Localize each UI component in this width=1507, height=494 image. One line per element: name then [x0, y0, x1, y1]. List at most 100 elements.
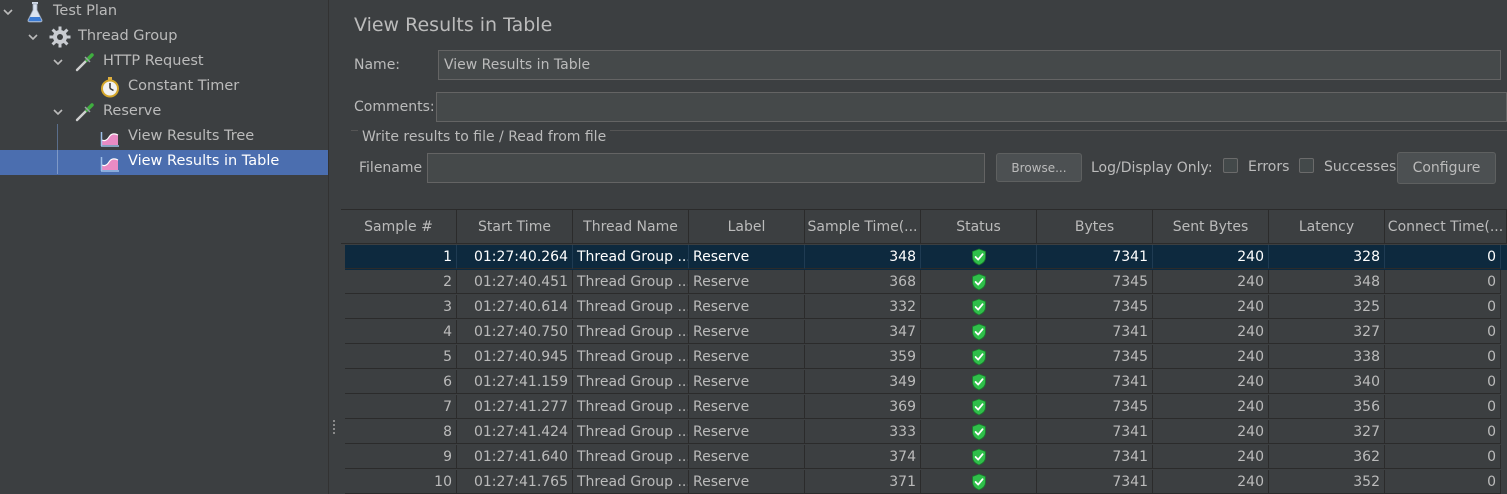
table-row[interactable]: 8 01:27:41.424 Thread Group ... Reserve 333 7…: [345, 420, 1507, 445]
results-table: Sample # Start Time Thread Name Label Sa…: [341, 209, 1507, 494]
column-header-start-time[interactable]: Start Time: [457, 210, 573, 244]
cell-sent-bytes: 240: [1153, 295, 1269, 319]
cell-thread-name: Thread Group ...: [573, 470, 689, 494]
success-shield-icon: [971, 373, 987, 391]
tree-item-view-results-in-table[interactable]: View Results in Table: [0, 150, 328, 175]
tree-item-reserve[interactable]: Reserve: [0, 100, 328, 125]
cell-sample-number: 4: [345, 320, 457, 344]
table-row[interactable]: 3 01:27:40.614 Thread Group ... Reserve 332 7…: [345, 295, 1507, 320]
cell-start-time: 01:27:41.424: [457, 420, 573, 444]
cell-sent-bytes: 240: [1153, 370, 1269, 394]
success-shield-icon: [971, 248, 987, 266]
cell-bytes: 7345: [1037, 270, 1153, 294]
cell-thread-name: Thread Group ...: [573, 395, 689, 419]
tree-item-constant-timer[interactable]: Constant Timer: [0, 75, 328, 100]
cell-thread-name: Thread Group ...: [573, 445, 689, 469]
table-row[interactable]: 10 01:27:41.765 Thread Group ... Reserve 371…: [345, 470, 1507, 494]
cell-latency: 348: [1269, 270, 1385, 294]
cell-bytes: 7341: [1037, 445, 1153, 469]
filename-field[interactable]: [427, 153, 985, 183]
configure-button[interactable]: Configure: [1397, 152, 1496, 184]
browse-button-label: Browse...: [1011, 160, 1067, 175]
column-header-connect-time[interactable]: Connect Time(...: [1385, 210, 1507, 244]
errors-label: Errors: [1248, 159, 1290, 175]
log-display-label: Log/Display Only:: [1091, 160, 1213, 176]
tree-item-http-request[interactable]: HTTP Request: [0, 50, 328, 75]
tree-item-thread-group[interactable]: Thread Group: [0, 25, 328, 50]
column-header-sample-time[interactable]: Sample Time(...: [805, 210, 921, 244]
cell-status: [921, 295, 1037, 319]
column-header-sent-bytes[interactable]: Sent Bytes: [1153, 210, 1269, 244]
cell-status: [921, 445, 1037, 469]
table-header: Sample # Start Time Thread Name Label Sa…: [341, 210, 1507, 244]
success-shield-icon: [971, 398, 987, 416]
cell-latency: 340: [1269, 370, 1385, 394]
cell-sample-time: 332: [805, 295, 921, 319]
jmeter-window: Test Plan Thread Group HTTP Request Cons…: [0, 0, 1507, 494]
tree-item-view-results-tree[interactable]: View Results Tree: [0, 125, 328, 150]
pipette-icon: [74, 101, 96, 123]
cell-connect-time: 0: [1385, 420, 1501, 444]
success-shield-icon: [971, 273, 987, 291]
cell-sent-bytes: 240: [1153, 420, 1269, 444]
cell-label: Reserve: [689, 470, 805, 494]
table-row[interactable]: 7 01:27:41.277 Thread Group ... Reserve 369 7…: [345, 395, 1507, 420]
table-row[interactable]: 4 01:27:40.750 Thread Group ... Reserve 347 7…: [345, 320, 1507, 345]
cell-sample-number: 10: [345, 470, 457, 494]
name-field[interactable]: [438, 50, 1501, 80]
table-row[interactable]: 2 01:27:40.451 Thread Group ... Reserve 368 7…: [345, 270, 1507, 295]
success-shield-icon: [971, 448, 987, 466]
column-header-label[interactable]: Label: [689, 210, 805, 244]
chevron-down-icon[interactable]: [52, 106, 64, 118]
cell-connect-time: 0: [1385, 270, 1501, 294]
cell-bytes: 7345: [1037, 395, 1153, 419]
browse-button[interactable]: Browse...: [996, 153, 1082, 182]
column-header-bytes[interactable]: Bytes: [1037, 210, 1153, 244]
success-shield-icon: [971, 423, 987, 441]
comments-field[interactable]: [436, 92, 1507, 122]
panel-splitter[interactable]: [328, 0, 341, 494]
splitter-grip-icon[interactable]: [333, 420, 336, 436]
column-header-sample-number[interactable]: Sample #: [341, 210, 457, 244]
chevron-down-icon[interactable]: [27, 31, 39, 43]
errors-checkbox[interactable]: [1223, 158, 1238, 173]
cell-sent-bytes: 240: [1153, 445, 1269, 469]
successes-checkbox[interactable]: [1299, 158, 1314, 173]
tree-item-label: View Results Tree: [128, 128, 255, 144]
cell-start-time: 01:27:40.451: [457, 270, 573, 294]
chevron-down-icon[interactable]: [2, 6, 14, 18]
cell-connect-time: 0: [1385, 470, 1501, 494]
cell-label: Reserve: [689, 270, 805, 294]
cell-connect-time: 0: [1385, 445, 1501, 469]
column-header-thread-name[interactable]: Thread Name: [573, 210, 689, 244]
tree-item-test-plan[interactable]: Test Plan: [0, 0, 328, 25]
cell-start-time: 01:27:40.750: [457, 320, 573, 344]
cell-bytes: 7341: [1037, 420, 1153, 444]
table-row[interactable]: 6 01:27:41.159 Thread Group ... Reserve 349 7…: [345, 370, 1507, 395]
cell-thread-name: Thread Group ...: [573, 420, 689, 444]
results-panel: View Results in Table Name: Comments: Wr…: [341, 0, 1507, 494]
chevron-down-icon[interactable]: [52, 56, 64, 68]
cell-sent-bytes: 240: [1153, 470, 1269, 494]
success-shield-icon: [971, 298, 987, 316]
cell-sent-bytes: 240: [1153, 320, 1269, 344]
successes-label: Successes: [1324, 159, 1397, 175]
cell-status: [921, 420, 1037, 444]
column-header-status[interactable]: Status: [921, 210, 1037, 244]
cell-sent-bytes: 240: [1153, 270, 1269, 294]
success-shield-icon: [971, 323, 987, 341]
table-row[interactable]: 1 01:27:40.264 Thread Group ... Reserve 348 7…: [345, 245, 1507, 270]
column-header-latency[interactable]: Latency: [1269, 210, 1385, 244]
cell-bytes: 7341: [1037, 470, 1153, 494]
filename-label: Filename: [359, 160, 423, 176]
cell-status: [921, 270, 1037, 294]
tree-item-label: Reserve: [103, 103, 162, 119]
cell-status: [921, 245, 1037, 269]
table-row[interactable]: 5 01:27:40.945 Thread Group ... Reserve 359 7…: [345, 345, 1507, 370]
cell-thread-name: Thread Group ...: [573, 345, 689, 369]
cell-thread-name: Thread Group ...: [573, 245, 689, 269]
table-row[interactable]: 9 01:27:41.640 Thread Group ... Reserve 374 7…: [345, 445, 1507, 470]
cell-bytes: 7341: [1037, 320, 1153, 344]
cell-sample-time: 371: [805, 470, 921, 494]
cell-sample-time: 369: [805, 395, 921, 419]
